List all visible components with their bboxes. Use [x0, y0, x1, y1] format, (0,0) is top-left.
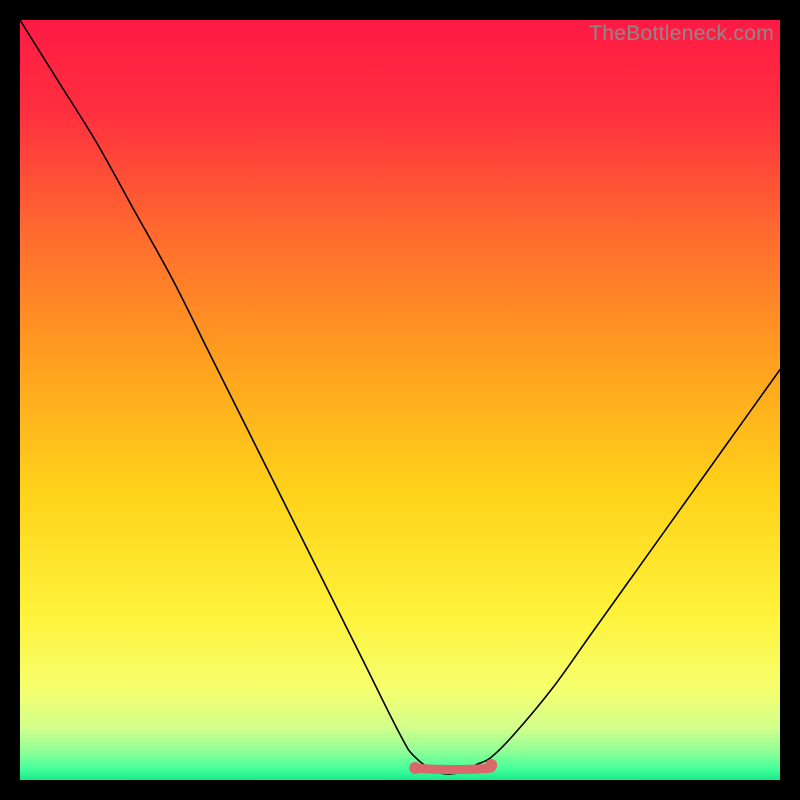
chart-frame: TheBottleneck.com — [20, 20, 780, 780]
chart-curve-layer — [20, 20, 780, 780]
highlight-dot-left — [409, 762, 421, 774]
chart-curve — [20, 20, 780, 774]
plot-area: TheBottleneck.com — [20, 20, 780, 780]
highlight-dot-right — [485, 759, 497, 771]
highlight-segment — [415, 768, 491, 770]
watermark-label: TheBottleneck.com — [589, 22, 774, 46]
